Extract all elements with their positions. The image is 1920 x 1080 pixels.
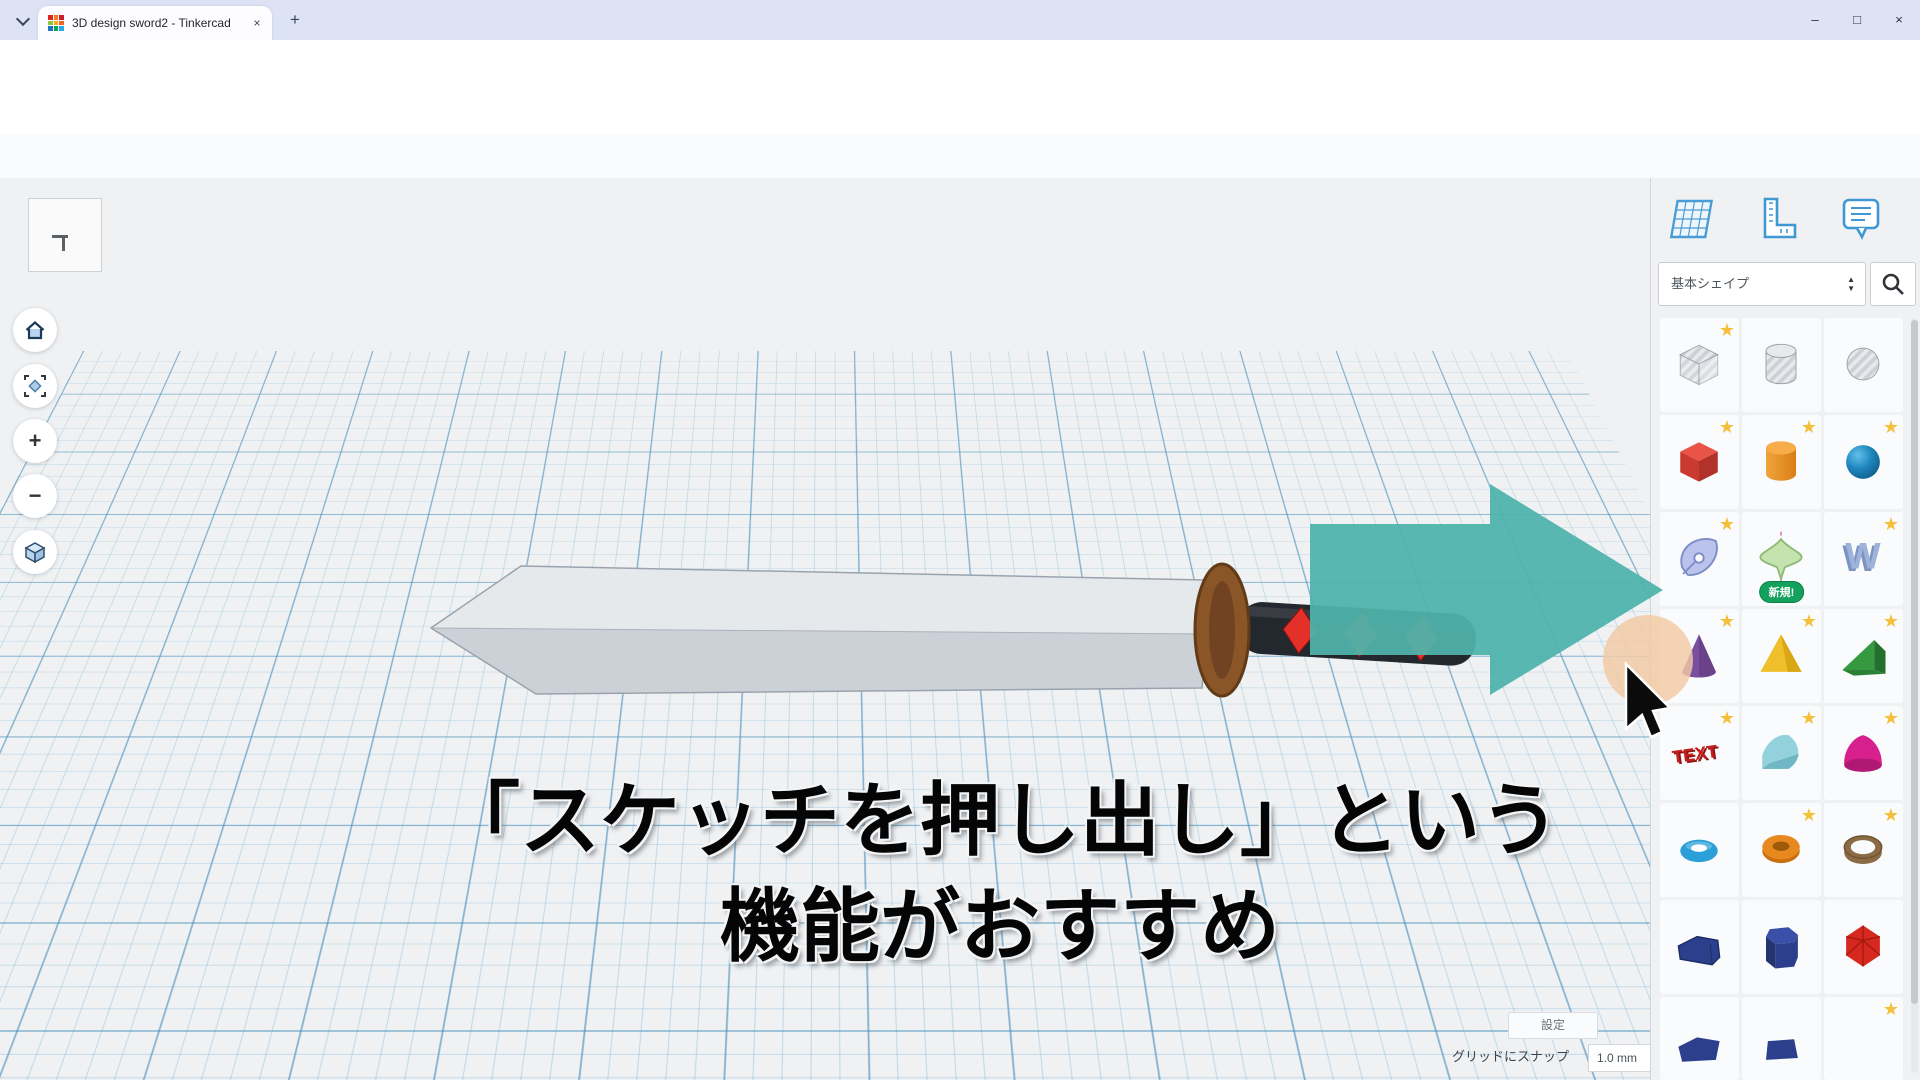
window-close-button[interactable]: × (1878, 0, 1920, 40)
shape-icosahedron[interactable] (1824, 900, 1903, 994)
favorite-star-icon[interactable]: ★ (1719, 320, 1735, 341)
snap-grid-select[interactable]: 1.0 mm ▴ (1588, 1044, 1650, 1072)
shape-sphere[interactable]: ★ (1824, 415, 1903, 509)
favorite-star-icon[interactable]: ★ (1883, 708, 1899, 729)
snap-grid-value: 1.0 mm (1589, 1051, 1637, 1065)
notes-icon (1835, 193, 1887, 245)
shape-scribble[interactable]: WW ★ (1824, 512, 1903, 606)
new-badge: 新規! (1759, 581, 1805, 603)
new-tab-button[interactable]: + (283, 8, 307, 32)
shape-revolve[interactable]: 新規! (1742, 512, 1821, 606)
favorite-star-icon[interactable]: ★ (1801, 708, 1817, 729)
favorite-star-icon[interactable]: ★ (1801, 805, 1817, 826)
tab-title: 3D design sword2 - Tinkercad (72, 6, 244, 40)
canvas-settings-button[interactable]: 設定 (1508, 1012, 1598, 1039)
shape-box[interactable]: ★ (1660, 415, 1739, 509)
favorite-star-icon[interactable]: ★ (1883, 514, 1899, 535)
shape-cylinder-hole[interactable] (1742, 318, 1821, 412)
favorite-star-icon[interactable]: ★ (1883, 805, 1899, 826)
browser-url-bar: ← → tinkercad.com/things/kvPJgADgWf3-swo… (0, 40, 1920, 79)
favorite-star-icon[interactable]: ★ (1883, 417, 1899, 438)
search-icon (1880, 271, 1906, 297)
favorite-star-icon[interactable]: ★ (1719, 514, 1735, 535)
shape-pyramid[interactable]: ★ (1742, 609, 1821, 703)
shape-hex-prism[interactable] (1742, 900, 1821, 994)
shapes-panel: 基本シェイプ ▲▼ ★ ★ ★ ★ ★ 新規! WW ★ ★ (1650, 178, 1920, 1080)
ruler-drag-tool[interactable] (1747, 188, 1807, 250)
subtitle-line-2: 機能がおすすめ (350, 874, 1650, 980)
shape-box-hole[interactable]: ★ (1660, 318, 1739, 412)
panel-scrollbar[interactable] (1911, 318, 1918, 1073)
video-subtitle: 「スケッチを押し出し」という 機能がおすすめ (350, 768, 1650, 980)
favorite-star-icon[interactable]: ★ (1719, 611, 1735, 632)
favorite-star-icon[interactable]: ★ (1719, 708, 1735, 729)
favorite-star-icon[interactable]: ★ (1719, 417, 1735, 438)
shape-cylinder[interactable]: ★ (1742, 415, 1821, 509)
shape-polygon[interactable] (1660, 900, 1739, 994)
browser-tab-bar: 3D design sword2 - Tinkercad × + – □ × (0, 0, 1920, 40)
window-minimize-button[interactable]: – (1794, 0, 1836, 40)
tab-search-chevron-icon[interactable] (12, 10, 34, 32)
favorite-star-icon[interactable]: ★ (1883, 611, 1899, 632)
shape-partial-2[interactable] (1742, 997, 1821, 1080)
shape-wedge[interactable]: ★ (1824, 609, 1903, 703)
action-toolbar: ▾ インポート エクスポート 送信先 (0, 134, 1920, 179)
shape-sphere-hole[interactable] (1824, 318, 1903, 412)
shape-category-select[interactable]: 基本シェイプ ▲▼ (1658, 262, 1866, 306)
favorite-star-icon[interactable]: ★ (1883, 999, 1899, 1020)
workplane-icon (1665, 193, 1717, 245)
shape-cone[interactable]: ★ (1660, 609, 1739, 703)
shape-paraboloid[interactable]: ★ (1824, 706, 1903, 800)
viewport-3d-canvas[interactable]: + − 「スケッチを押し出し」という 機能がおすすめ 設定 グリッドにスナップ … (0, 178, 1650, 1080)
favorite-star-icon[interactable]: ★ (1801, 417, 1817, 438)
shape-half-cylinder[interactable]: ★ (1742, 706, 1821, 800)
favorite-star-icon[interactable]: ★ (1801, 611, 1817, 632)
snap-grid-label: グリッドにスナップ (1452, 1044, 1569, 1070)
shape-search-button[interactable] (1870, 262, 1916, 306)
shape-tube[interactable]: ★ (1742, 803, 1821, 897)
shape-partial-1[interactable] (1660, 997, 1739, 1080)
scrollbar-thumb[interactable] (1911, 320, 1918, 1004)
shape-torus[interactable] (1660, 803, 1739, 897)
notes-drag-tool[interactable] (1831, 188, 1891, 250)
shape-category-label: 基本シェイプ (1671, 263, 1749, 305)
shape-partial-3[interactable]: ★ (1824, 997, 1903, 1080)
shape-text[interactable]: TEXTTEXT ★ (1660, 706, 1739, 800)
browser-tab[interactable]: 3D design sword2 - Tinkercad × (38, 6, 272, 40)
tinkercad-header: T I N K E R C A D ☰ sword2 KIDS PRO (0, 78, 1920, 135)
shape-ring[interactable]: ★ (1824, 803, 1903, 897)
svg-text:W: W (1845, 534, 1881, 576)
tinkercad-favicon-icon (48, 15, 64, 31)
subtitle-line-1: 「スケッチを押し出し」という (350, 768, 1650, 874)
select-caret-icon: ▲▼ (1847, 275, 1855, 293)
window-maximize-button[interactable]: □ (1836, 0, 1878, 40)
shape-sketch-extrude[interactable]: ★ (1660, 512, 1739, 606)
tab-close-icon[interactable]: × (249, 15, 265, 31)
workplane-drag-tool[interactable] (1661, 188, 1721, 250)
ruler-icon (1751, 193, 1803, 245)
